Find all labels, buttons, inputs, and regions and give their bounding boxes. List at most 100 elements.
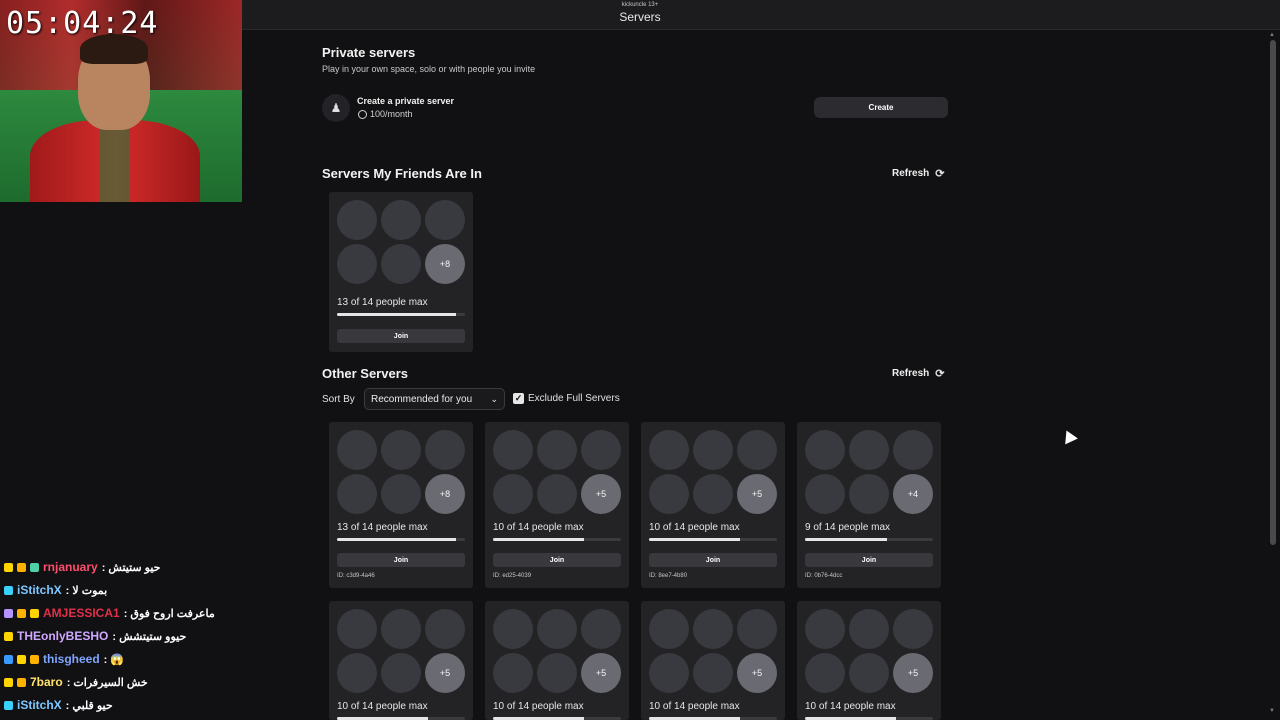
player-avatar <box>893 609 933 649</box>
player-avatar <box>537 474 577 514</box>
private-servers-subtitle: Play in your own space, solo or with peo… <box>322 64 536 74</box>
sort-by-label: Sort By <box>322 394 355 405</box>
more-players-badge: +5 <box>581 474 621 514</box>
player-avatars: +5 <box>805 609 933 693</box>
player-avatar <box>425 430 465 470</box>
server-capacity: 10 of 14 people max <box>649 522 740 533</box>
more-players-badge: +5 <box>893 653 933 693</box>
capacity-fill <box>493 538 584 541</box>
server-capacity: 10 of 14 people max <box>493 701 584 712</box>
player-avatar <box>381 430 421 470</box>
player-avatar <box>849 474 889 514</box>
player-avatar <box>805 653 845 693</box>
create-button[interactable]: Create <box>814 97 948 118</box>
chat-badge-icon <box>17 562 26 572</box>
stream-chat: rnjanuary: حيو ستيتش iStitchX: بموت لا AMJ… <box>0 538 245 720</box>
player-avatar <box>737 609 777 649</box>
server-card: +5 10 of 14 people max <box>485 601 629 720</box>
friends-servers-title: Servers My Friends Are In <box>322 166 482 181</box>
player-avatar <box>693 609 733 649</box>
sort-select[interactable]: Recommended for you ⌄ <box>364 388 505 410</box>
player-avatar <box>425 200 465 240</box>
friend-server-card: +8 13 of 14 people max Join <box>329 192 473 352</box>
player-avatar <box>537 609 577 649</box>
chat-badge-icon <box>4 608 13 618</box>
join-button[interactable]: Join <box>337 329 465 343</box>
player-avatar <box>337 430 377 470</box>
friends-refresh-button[interactable]: Refresh ⟳ <box>892 167 944 180</box>
capacity-fill <box>649 538 740 541</box>
capacity-fill <box>337 538 457 541</box>
player-avatar <box>649 430 689 470</box>
player-avatar <box>337 244 377 284</box>
player-avatar <box>337 653 377 693</box>
player-avatar <box>537 653 577 693</box>
player-avatar <box>849 609 889 649</box>
exclude-checkbox[interactable]: ✓ <box>513 393 524 404</box>
player-avatar <box>893 430 933 470</box>
player-avatar <box>693 474 733 514</box>
server-card: +8 13 of 14 people max Join ID: c3d9-4a46 <box>329 422 473 588</box>
player-avatar <box>493 430 533 470</box>
player-avatar <box>737 430 777 470</box>
join-button[interactable]: Join <box>337 553 465 567</box>
player-avatar <box>381 474 421 514</box>
player-avatar <box>693 653 733 693</box>
more-players-badge: +8 <box>425 244 465 284</box>
player-avatars: +8 <box>337 430 465 514</box>
scroll-down-arrow-icon[interactable]: ▼ <box>1269 708 1275 714</box>
chat-badge-icon <box>4 700 13 710</box>
server-id: ID: ed25-4039 <box>493 573 532 579</box>
stream-timer: 05:04:24 <box>6 6 159 41</box>
exclude-label: Exclude Full Servers <box>528 393 620 404</box>
refresh-label: Refresh <box>892 368 930 379</box>
chat-badge-icon <box>4 562 13 572</box>
chat-username: thisgheed <box>43 652 100 666</box>
refresh-icon: ⟳ <box>935 168 945 180</box>
server-capacity: 10 of 14 people max <box>805 701 896 712</box>
chat-message: iStitchX: بموت لا <box>4 580 107 600</box>
join-button[interactable]: Join <box>649 553 777 567</box>
player-avatar <box>493 653 533 693</box>
page-title: Servers <box>619 10 661 24</box>
player-avatar <box>337 609 377 649</box>
capacity-fill <box>337 313 457 316</box>
server-capacity: 10 of 14 people max <box>649 701 740 712</box>
refresh-label: Refresh <box>892 168 930 179</box>
server-card: +5 10 of 14 people max <box>641 601 785 720</box>
chat-message: AMJESSICA1: ماعرفت اروح فوق <box>4 603 215 623</box>
server-id: ID: 8ee7-4b80 <box>649 573 688 579</box>
chat-text: : بموت لا <box>65 584 108 597</box>
player-avatar <box>805 474 845 514</box>
other-servers-title: Other Servers <box>322 366 408 381</box>
exclude-full-servers-toggle[interactable]: ✓ Exclude Full Servers <box>513 393 620 404</box>
scroll-up-arrow-icon[interactable]: ▲ <box>1269 32 1275 38</box>
player-avatar <box>381 244 421 284</box>
player-avatar <box>581 609 621 649</box>
capacity-bar <box>337 313 465 316</box>
chat-username: iStitchX <box>17 583 62 597</box>
chat-badge-icon <box>4 631 13 641</box>
chat-badge-icon <box>17 654 26 664</box>
player-avatar <box>381 200 421 240</box>
more-players-badge: +8 <box>425 474 465 514</box>
capacity-bar <box>337 538 465 541</box>
chat-badge-icon <box>4 677 13 687</box>
server-card: +5 10 of 14 people max <box>329 601 473 720</box>
player-avatars: +5 <box>337 609 465 693</box>
chat-badge-icon <box>30 562 39 572</box>
chat-badge-icon <box>30 608 39 618</box>
webcam-shirt-stripe <box>100 120 130 202</box>
more-players-badge: +5 <box>581 653 621 693</box>
join-button[interactable]: Join <box>493 553 621 567</box>
server-capacity: 13 of 14 people max <box>337 297 428 308</box>
chat-username: AMJESSICA1 <box>43 606 120 620</box>
player-avatar <box>381 653 421 693</box>
page-scrollbar[interactable] <box>1270 40 1276 545</box>
robux-icon <box>358 109 367 119</box>
capacity-bar <box>649 538 777 541</box>
player-avatars: +5 <box>493 430 621 514</box>
join-button[interactable]: Join <box>805 553 933 567</box>
chat-badge-icon <box>4 654 13 664</box>
other-refresh-button[interactable]: Refresh ⟳ <box>892 367 944 380</box>
